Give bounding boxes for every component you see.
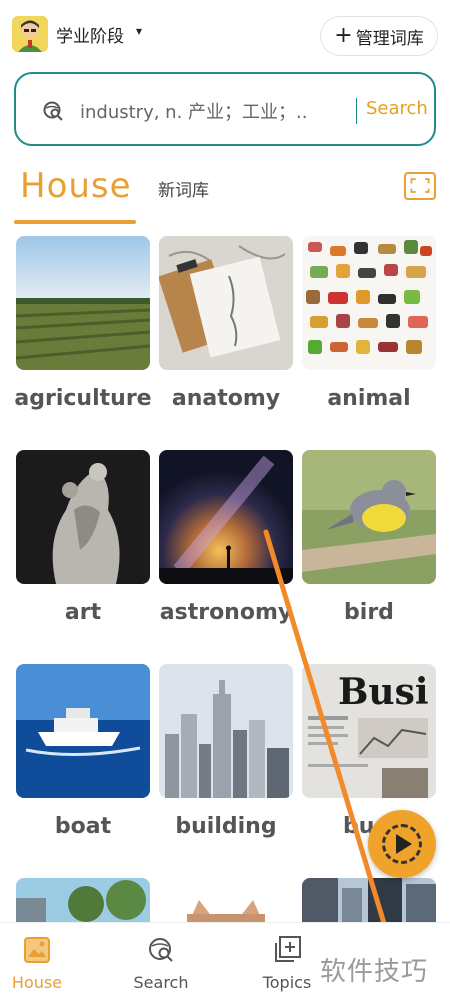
- topic-card-boat[interactable]: boat: [16, 664, 150, 839]
- astronomy-image: [159, 450, 293, 584]
- stage-selector-label[interactable]: 学业阶段: [56, 22, 124, 47]
- manage-wordbank-button[interactable]: + 管理词库: [320, 16, 438, 56]
- animal-image: [302, 236, 436, 370]
- audio-play-button[interactable]: [368, 810, 436, 878]
- topic-label: bird: [344, 600, 394, 625]
- topic-card-anatomy[interactable]: anatomy: [159, 236, 293, 411]
- topic-label: animal: [327, 386, 411, 411]
- manage-wordbank-label: 管理词库: [355, 28, 424, 49]
- play-icon: [396, 834, 412, 854]
- topic-card-agriculture[interactable]: agriculture: [14, 236, 152, 411]
- agriculture-image: [16, 236, 150, 370]
- topic-card-building[interactable]: building: [159, 664, 293, 839]
- topic-label: astronomy: [159, 600, 293, 625]
- anatomy-image: [159, 236, 293, 370]
- search-button[interactable]: Search: [366, 98, 428, 119]
- nav-house[interactable]: House: [0, 923, 92, 1001]
- tab-active-indicator: [14, 220, 136, 224]
- topic-label: art: [64, 600, 102, 625]
- add-box-icon: [275, 936, 301, 962]
- building-image: [159, 664, 293, 798]
- nav-search[interactable]: Search: [106, 923, 216, 1001]
- header: 学业阶段 ▾ + 管理词库: [0, 0, 450, 70]
- topic-card-bird[interactable]: bird: [302, 450, 436, 625]
- business-image: Busi: [302, 664, 436, 798]
- image-icon: [24, 937, 50, 963]
- chevron-down-icon[interactable]: ▾: [136, 24, 142, 38]
- watermark-text: 软件技巧: [320, 957, 429, 987]
- topic-card-astronomy[interactable]: astronomy: [159, 450, 293, 625]
- topic-label: boat: [54, 814, 112, 839]
- art-image: [16, 450, 150, 584]
- search-box[interactable]: industry, n. 产业；工业；.. Search: [14, 72, 436, 146]
- plus-icon: +: [334, 23, 353, 48]
- search-input[interactable]: industry, n. 产业；工业；..: [80, 98, 356, 124]
- expand-icon[interactable]: [404, 172, 436, 200]
- topic-card-art[interactable]: art: [16, 450, 150, 625]
- boat-image: [16, 664, 150, 798]
- wordbank-tabs: House 新词库: [0, 160, 450, 226]
- search-globe-icon: [149, 938, 173, 962]
- bottom-nav: House Search Topics 软件技巧: [0, 922, 450, 1001]
- nav-search-label: Search: [133, 973, 189, 992]
- tab-new-wordbank[interactable]: 新词库: [158, 176, 209, 201]
- search-divider: [356, 98, 357, 124]
- topic-label: agriculture: [14, 386, 152, 411]
- avatar[interactable]: [12, 16, 48, 52]
- topic-label: building: [175, 814, 277, 839]
- tab-house[interactable]: House: [20, 166, 132, 206]
- topic-label: anatomy: [171, 386, 281, 411]
- topic-card-animal[interactable]: animal: [302, 236, 436, 411]
- nav-house-label: House: [11, 973, 63, 992]
- business-thumb-text: Busi: [338, 671, 429, 713]
- bird-image: [302, 450, 436, 584]
- search-globe-icon: [43, 101, 63, 121]
